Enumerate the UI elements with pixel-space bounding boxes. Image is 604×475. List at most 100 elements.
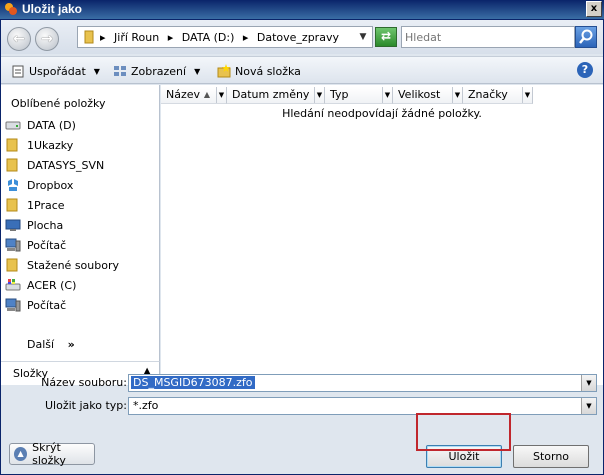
sidebar-item[interactable]: Plocha (5, 216, 155, 234)
chevron-down-icon[interactable]: ▼ (581, 398, 596, 414)
sidebar-item[interactable]: DATA (D) (5, 116, 155, 134)
column-dropdown-icon[interactable]: ▼ (452, 87, 462, 103)
sidebar-item[interactable]: ACER (C) (5, 276, 155, 294)
highlight-box (416, 413, 511, 451)
dropbox-icon (8, 179, 18, 191)
save-dialog: ← → ▸ Jiří Roun ▸ DATA (D:) ▸ Datove_zpr… (0, 19, 604, 475)
breadcrumb-separator-icon[interactable]: ▸ (168, 31, 174, 44)
sidebar-item[interactable]: Dropbox (5, 176, 155, 194)
folder-icon (6, 198, 18, 212)
column-header-type[interactable]: Typ ▼ (325, 87, 393, 104)
sidebar-item-label: 1Prace (27, 198, 65, 212)
column-dropdown-icon[interactable]: ▼ (382, 87, 392, 103)
column-header-date[interactable]: Datum změny ▼ (227, 87, 325, 104)
breadcrumb-item-drive[interactable]: DATA (D:) (182, 31, 235, 44)
desktop-icon (5, 219, 21, 231)
filename-row: Název souboru: DS_MSGID673087.zfo ▼ (1, 372, 603, 394)
filename-value[interactable]: DS_MSGID673087.zfo (131, 376, 255, 389)
refresh-button[interactable]: ⇄ (375, 27, 397, 47)
search-input[interactable] (405, 28, 573, 46)
column-header-name[interactable]: Název ▲ ▼ (161, 87, 227, 104)
sidebar-item-label: 1Ukazky (27, 138, 74, 152)
sidebar-item[interactable]: 1Prace (5, 196, 155, 214)
filetype-value: *.zfo (133, 399, 159, 412)
address-dropdown-icon[interactable]: ▼ (356, 30, 370, 44)
column-dropdown-icon[interactable]: ▼ (216, 87, 226, 103)
sidebar-item-label: DATASYS_SVN (27, 158, 105, 172)
filename-field[interactable]: DS_MSGID673087.zfo ▼ (128, 374, 597, 392)
navigation-pane: Oblíbené položky DATA (D) 1Ukazky DATASYS_… (1, 85, 160, 361)
organize-button[interactable]: Uspořádat ▼ (11, 64, 100, 78)
folder-icon (6, 158, 18, 172)
new-folder-button[interactable]: Nová složka (217, 64, 301, 78)
views-icon (114, 66, 126, 76)
organize-label: Uspořádat (29, 64, 86, 78)
navigation-bar: ← → ▸ Jiří Roun ▸ DATA (D:) ▸ Datove_zpr… (1, 20, 603, 54)
column-header-size[interactable]: Velikost ▼ (393, 87, 463, 104)
column-label: Typ (330, 88, 349, 101)
column-label: Datum změny (232, 88, 310, 101)
sidebar-item[interactable]: 1Ukazky (5, 136, 155, 154)
breadcrumb-separator-icon[interactable]: ▸ (100, 31, 106, 44)
column-dropdown-icon[interactable]: ▼ (314, 87, 324, 103)
drive-icon (5, 121, 21, 130)
views-label: Zobrazení (131, 64, 187, 78)
filetype-label: Uložit jako typ: (45, 399, 127, 412)
breadcrumb: ▸ Jiří Roun ▸ DATA (D:) ▸ Datove_zpravy (100, 31, 344, 44)
favorites-header[interactable]: Oblíbené položky (11, 97, 106, 110)
double-chevron-icon: » (67, 338, 75, 351)
sidebar-item[interactable]: Stažené soubory (5, 256, 155, 274)
sidebar-item-label: Dropbox (27, 178, 74, 192)
filetype-row: Uložit jako typ: *.zfo ▼ (1, 395, 603, 417)
search-button[interactable] (575, 26, 597, 48)
sidebar-item[interactable]: Počítač (5, 236, 155, 254)
cancel-button[interactable]: Storno (513, 445, 589, 468)
folder-icon (6, 138, 18, 152)
views-button[interactable]: Zobrazení ▼ (113, 64, 200, 78)
chevron-up-icon: ▲ (14, 447, 28, 461)
back-button[interactable]: ← (7, 27, 31, 51)
search-icon (579, 29, 593, 44)
sidebar-item-label: Plocha (27, 218, 64, 232)
chevron-down-icon: ▼ (194, 66, 201, 76)
sidebar-item-label: ACER (C) (27, 278, 77, 292)
hide-folders-label: Skrýt složky (32, 441, 66, 467)
column-dropdown-icon[interactable]: ▼ (522, 87, 532, 103)
sidebar-item[interactable]: DATASYS_SVN (5, 156, 155, 174)
sort-ascending-icon: ▲ (203, 90, 210, 99)
sidebar-item[interactable]: Počítač (5, 296, 155, 314)
hide-folders-button[interactable]: ▲ Skrýt složky (9, 441, 95, 467)
empty-message: Hledání neodpovídají žádné položky. (282, 107, 482, 120)
help-icon[interactable]: ? (577, 62, 593, 78)
breadcrumb-item-user[interactable]: Jiří Roun (114, 31, 159, 44)
folder-icon (6, 258, 18, 272)
windows-drive-icon (5, 279, 21, 291)
new-folder-label: Nová složka (235, 64, 301, 78)
column-header-tags[interactable]: Značky ▼ (463, 87, 533, 104)
chevron-down-icon[interactable]: ▼ (581, 375, 596, 391)
sidebar-item-label: Stažené soubory (27, 258, 119, 272)
file-list[interactable]: Název ▲ ▼ Datum změny ▼ Typ ▼ Velikost ▼… (161, 85, 603, 385)
computer-icon (5, 238, 21, 252)
app-icon (5, 3, 17, 15)
chevron-down-icon: ▼ (93, 66, 100, 76)
sidebar-item-label: DATA (D) (27, 118, 76, 132)
filename-label: Název souboru: (41, 376, 127, 389)
forward-button[interactable]: → (35, 27, 59, 51)
close-button[interactable]: x (586, 1, 602, 17)
search-box[interactable] (401, 26, 575, 48)
window-title: Uložit jako (22, 2, 83, 16)
column-label: Velikost (398, 88, 441, 101)
computer-icon (5, 298, 21, 312)
breadcrumb-separator-icon[interactable]: ▸ (243, 31, 249, 44)
breadcrumb-item-folder[interactable]: Datove_zpravy (257, 31, 339, 44)
new-folder-icon (217, 64, 231, 78)
sidebar-item-label: Počítač (27, 298, 67, 312)
more-link[interactable]: Další » (27, 338, 75, 351)
more-label: Další (27, 338, 55, 351)
organize-icon (12, 65, 24, 78)
address-bar[interactable]: ▸ Jiří Roun ▸ DATA (D:) ▸ Datove_zpravy … (77, 26, 373, 48)
folder-icon (84, 30, 94, 44)
command-bar: Uspořádat ▼ Zobrazení ▼ Nová složka ? (1, 56, 603, 84)
filetype-select[interactable]: *.zfo ▼ (128, 397, 597, 415)
